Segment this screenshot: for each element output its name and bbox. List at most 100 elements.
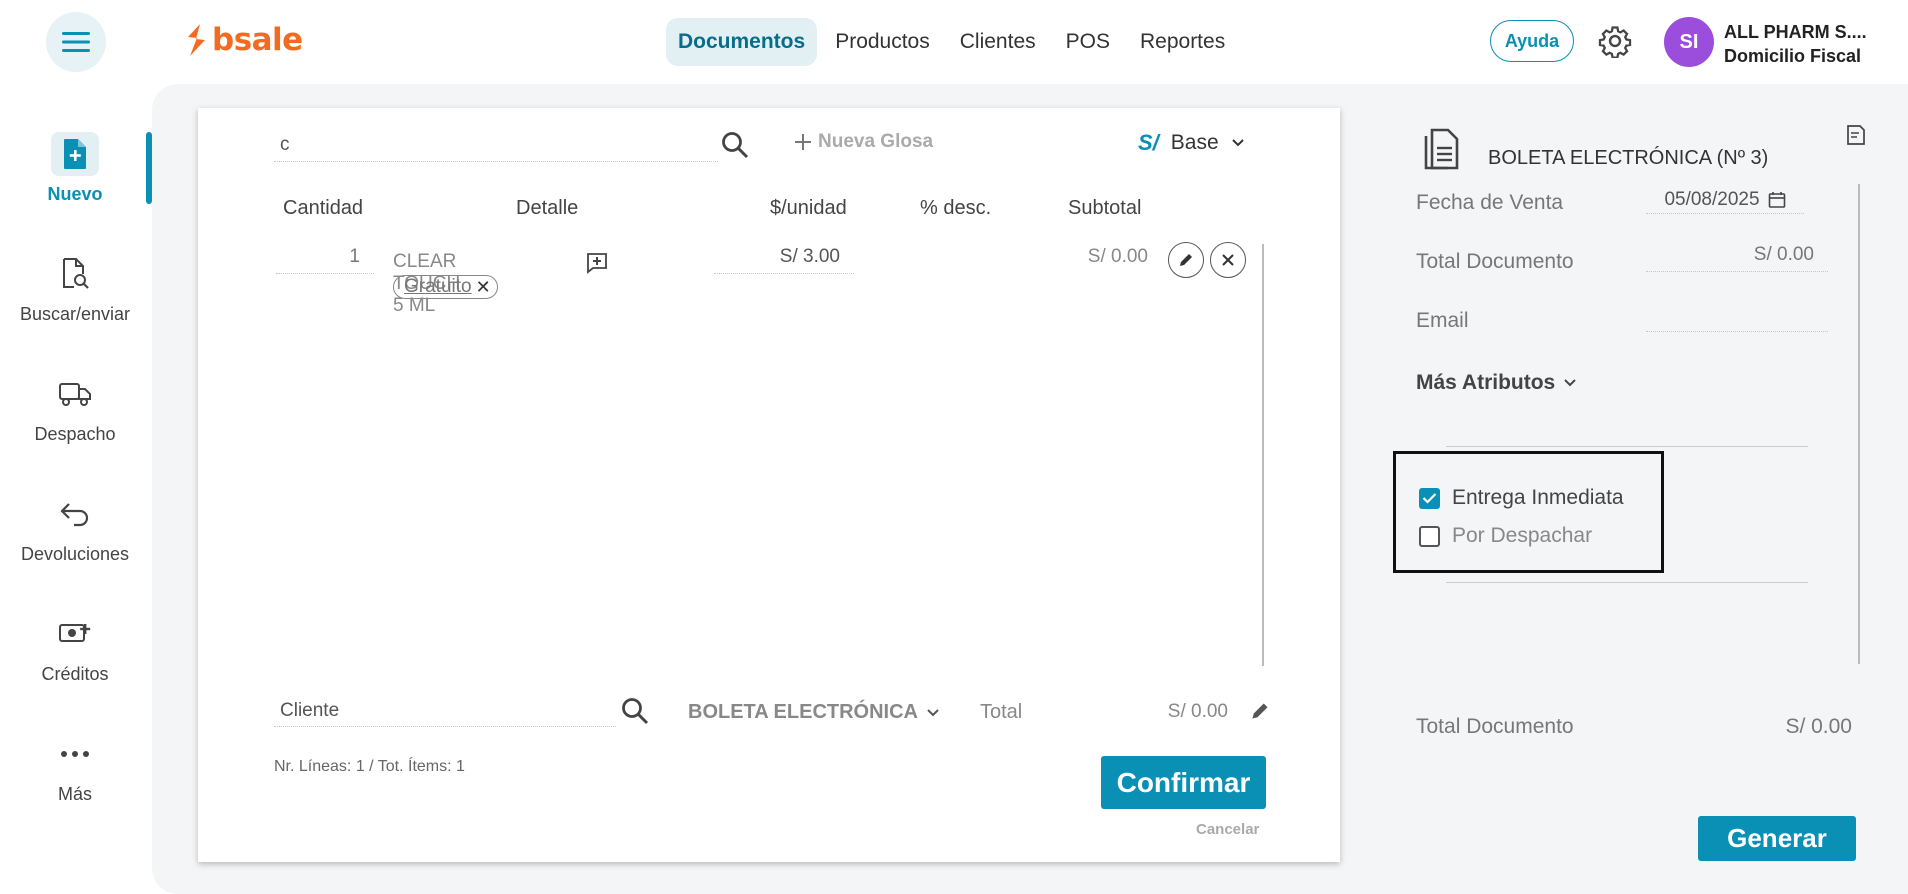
sidebar-item-label: Nuevo [47, 184, 103, 204]
check-icon [1422, 493, 1437, 504]
total-documento-label: Total Documento [1416, 250, 1574, 273]
por-despachar-option[interactable]: Por Despachar [1419, 524, 1592, 548]
client-input[interactable]: Cliente [274, 697, 616, 727]
gear-icon [1598, 26, 1632, 59]
avatar[interactable]: SI [1664, 17, 1714, 67]
col-header-unit-price: $/unidad [770, 197, 847, 219]
fecha-field[interactable]: 05/08/2025 [1646, 186, 1804, 214]
nav-pos[interactable]: POS [1054, 18, 1122, 66]
gratuito-tag: Gratuito ✕ [393, 275, 498, 299]
sidebar-item-creditos[interactable]: Créditos [0, 612, 150, 685]
new-glosa-label: Nueva Glosa [818, 131, 934, 152]
nav-documentos[interactable]: Documentos [666, 18, 818, 66]
more-dots-icon [51, 732, 99, 776]
chevron-down-icon [927, 708, 939, 716]
col-header-subtotal: Subtotal [1068, 197, 1142, 219]
product-search-input[interactable]: c [274, 132, 718, 162]
unit-price-field[interactable]: S/ 3.00 [714, 246, 854, 274]
cancel-link[interactable]: Cancelar [1196, 821, 1259, 838]
document-type-icon [1422, 126, 1460, 177]
delete-line-button[interactable] [1210, 242, 1246, 278]
remove-tag-icon[interactable]: ✕ [476, 277, 491, 298]
edit-line-button[interactable] [1168, 242, 1204, 278]
add-note-button[interactable] [586, 252, 608, 279]
chevron-down-icon [1564, 379, 1576, 387]
email-field[interactable] [1646, 304, 1828, 332]
nav-productos[interactable]: Productos [823, 18, 942, 66]
price-list-selector[interactable]: S/ Base [1138, 130, 1245, 156]
quantity-field[interactable]: 1 [276, 246, 374, 274]
sidebar-item-despacho[interactable]: Despacho [0, 372, 150, 445]
footer-total-value: S/ 0.00 [1785, 715, 1852, 738]
sidebar-item-label: Despacho [34, 424, 116, 444]
plus-icon [795, 134, 811, 150]
bsale-bolt-icon [188, 24, 205, 56]
search-button[interactable] [720, 130, 750, 165]
company-name: ALL PHARM S.... [1724, 22, 1867, 42]
sidebar-item-buscar[interactable]: Buscar/enviar [0, 252, 150, 325]
total-label: Total [980, 701, 1023, 723]
panel-scrollbar[interactable] [1858, 184, 1860, 664]
document-editor [198, 108, 1340, 862]
line-count-info: Nr. Líneas: 1 / Tot. Ítems: 1 [274, 758, 465, 775]
checkbox-unchecked[interactable] [1419, 525, 1440, 547]
checkbox-checked[interactable] [1419, 487, 1440, 509]
pencil-icon [1252, 703, 1268, 719]
note-edit-icon [1847, 125, 1865, 145]
settings-button[interactable] [1598, 24, 1632, 63]
truck-icon [51, 372, 99, 416]
nav-reportes[interactable]: Reportes [1128, 18, 1237, 66]
more-attributes-toggle[interactable]: Más Atributos [1416, 371, 1577, 395]
more-attributes-label: Más Atributos [1416, 371, 1556, 394]
email-label: Email [1416, 309, 1469, 332]
document-title: BOLETA ELECTRÓNICA (Nº 3) [1488, 147, 1769, 169]
company-selector[interactable]: ALL PHARM S.... Domicilio Fiscal [1724, 20, 1867, 68]
sidebar-item-label: Créditos [41, 664, 109, 684]
sidebar-item-label: Devoluciones [20, 544, 130, 564]
search-icon [722, 132, 749, 159]
edit-total-button[interactable] [1250, 701, 1270, 726]
nav-clientes[interactable]: Clientes [948, 18, 1048, 66]
sidebar-item-devoluciones[interactable]: Devoluciones [0, 492, 150, 565]
chevron-down-icon [1231, 139, 1244, 147]
comment-plus-icon [587, 253, 607, 274]
generate-button[interactable]: Generar [1698, 816, 1856, 861]
delivery-options-box [1393, 451, 1664, 573]
subtotal-value: S/ 0.00 [1087, 246, 1148, 267]
option-label: Por Despachar [1452, 524, 1593, 547]
return-arrow-icon [51, 492, 99, 536]
calendar-icon [1768, 191, 1785, 208]
hamburger-icon [62, 32, 90, 52]
total-value: S/ 0.00 [1167, 701, 1228, 722]
client-search-button[interactable] [620, 696, 650, 731]
company-branch: Domicilio Fiscal [1724, 46, 1862, 66]
price-list-value: Base [1170, 131, 1219, 154]
logo-text: bsale [212, 22, 303, 58]
search-icon [622, 698, 649, 725]
confirm-button[interactable]: Confirmar [1101, 756, 1266, 809]
fecha-label: Fecha de Venta [1416, 191, 1564, 214]
main-nav: Documentos Productos Clientes POS Report… [666, 18, 1237, 66]
option-label: Entrega Inmediata [1452, 486, 1624, 509]
entrega-inmediata-option[interactable]: Entrega Inmediata [1419, 486, 1624, 510]
bsale-logo[interactable]: bsale [184, 22, 303, 58]
total-documento-field: S/ 0.00 [1646, 244, 1828, 272]
tag-label: Gratuito [404, 276, 472, 297]
col-header-cantidad: Cantidad [283, 197, 364, 219]
sidebar-item-nuevo[interactable]: Nuevo [0, 132, 150, 205]
footer-total-label: Total Documento [1416, 715, 1574, 738]
menu-button[interactable] [46, 12, 106, 72]
sidebar-item-label: Más [57, 784, 92, 804]
divider [1446, 446, 1808, 447]
col-header-detalle: Detalle [516, 197, 579, 219]
sidebar-item-label: Buscar/enviar [19, 304, 131, 324]
document-notes-button[interactable] [1846, 124, 1866, 151]
sidebar-item-mas[interactable]: Más [0, 732, 150, 805]
fecha-value: 05/08/2025 [1664, 188, 1760, 210]
scrollbar-track[interactable] [1262, 244, 1264, 666]
help-button[interactable]: Ayuda [1490, 20, 1574, 62]
new-glosa-button[interactable]: Nueva Glosa [794, 131, 933, 153]
search-document-icon [51, 252, 99, 296]
close-icon [1222, 254, 1234, 266]
document-type-selector[interactable]: BOLETA ELECTRÓNICA [688, 701, 940, 724]
